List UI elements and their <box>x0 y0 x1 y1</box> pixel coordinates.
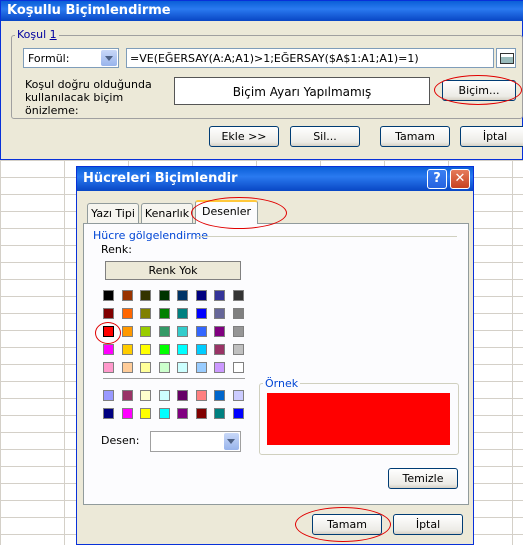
color-swatch[interactable] <box>195 290 207 301</box>
tab-border[interactable]: Kenarlık <box>141 203 193 223</box>
color-swatch[interactable] <box>158 408 170 419</box>
color-swatch[interactable] <box>214 308 225 319</box>
color-swatch[interactable] <box>140 362 151 373</box>
color-swatch[interactable] <box>103 362 114 373</box>
color-swatch[interactable] <box>214 344 225 355</box>
chevron-down-icon[interactable] <box>101 50 117 66</box>
highlight-oval <box>191 197 287 229</box>
color-swatch[interactable] <box>232 390 244 401</box>
pattern-label: Desen: <box>101 434 140 447</box>
color-swatch[interactable] <box>177 326 188 337</box>
condition-label-text: Koşul <box>17 28 50 41</box>
color-swatch[interactable] <box>177 290 188 301</box>
color-swatch[interactable] <box>195 408 207 419</box>
color-swatch[interactable] <box>103 290 114 301</box>
close-icon[interactable]: ✕ <box>450 169 470 189</box>
color-swatch[interactable] <box>121 362 133 373</box>
cancel-button[interactable]: İptal <box>393 514 463 535</box>
condition-type-select[interactable]: Formül: <box>23 48 119 68</box>
condition-label: Koşul 1 <box>15 28 59 41</box>
color-swatch[interactable] <box>158 326 170 337</box>
color-swatch[interactable] <box>103 344 114 355</box>
color-swatch[interactable] <box>140 308 151 319</box>
ok-button[interactable]: Tamam <box>380 126 450 147</box>
palette-divider <box>103 378 245 379</box>
highlight-oval <box>95 322 121 344</box>
color-swatch[interactable] <box>121 326 133 337</box>
color-swatch[interactable] <box>214 390 225 401</box>
color-swatch[interactable] <box>140 390 151 401</box>
color-swatch[interactable] <box>103 308 114 319</box>
color-swatch[interactable] <box>195 344 207 355</box>
color-swatch[interactable] <box>158 344 170 355</box>
help-icon[interactable]: ? <box>427 169 447 189</box>
delete-button[interactable]: Sil... <box>290 126 360 147</box>
color-swatch[interactable] <box>232 308 244 319</box>
color-swatch[interactable] <box>140 290 151 301</box>
color-swatch[interactable] <box>214 326 225 337</box>
color-swatch[interactable] <box>140 344 151 355</box>
color-swatch[interactable] <box>232 344 244 355</box>
color-swatch[interactable] <box>232 408 244 419</box>
color-label: Renk: <box>101 243 132 256</box>
color-swatch[interactable] <box>103 390 114 401</box>
highlight-oval <box>295 507 391 542</box>
format-preview: Biçim Ayarı Yapılmamış <box>174 77 430 105</box>
color-swatch[interactable] <box>158 308 170 319</box>
color-swatch[interactable] <box>177 390 188 401</box>
sample-preview <box>267 393 450 445</box>
color-swatch[interactable] <box>121 308 133 319</box>
color-swatch[interactable] <box>140 326 151 337</box>
sample-label: Örnek <box>263 377 301 390</box>
clear-button[interactable]: Temizle <box>388 468 458 489</box>
preview-label: Koşul doğru olduğunda kullanılacak biçim… <box>25 78 152 117</box>
conditional-formatting-dialog: Koşullu Biçimlendirme Koşul 1 Formül: =V… <box>0 0 523 160</box>
chevron-down-icon[interactable] <box>224 433 239 450</box>
pattern-select[interactable] <box>150 431 241 452</box>
color-swatch[interactable] <box>195 308 207 319</box>
add-button[interactable]: Ekle >> <box>209 126 279 147</box>
color-swatch[interactable] <box>121 408 133 419</box>
no-color-button[interactable]: Renk Yok <box>105 261 241 280</box>
color-swatch[interactable] <box>158 290 170 301</box>
color-swatch[interactable] <box>232 290 244 301</box>
color-swatch[interactable] <box>103 408 114 419</box>
format-cells-dialog: Hücreleri Biçimlendir ? ✕ Yazı Tipi Kena… <box>76 166 474 545</box>
color-swatch[interactable] <box>214 408 225 419</box>
section-divider <box>197 236 457 237</box>
color-swatch[interactable] <box>195 362 207 373</box>
color-swatch[interactable] <box>121 344 133 355</box>
color-swatch[interactable] <box>195 326 207 337</box>
color-swatch[interactable] <box>158 390 170 401</box>
color-swatch[interactable] <box>214 362 225 373</box>
color-swatch[interactable] <box>121 390 133 401</box>
color-swatch[interactable] <box>140 408 151 419</box>
collapse-dialog-icon[interactable] <box>496 48 516 68</box>
color-swatch[interactable] <box>195 390 207 401</box>
formula-input[interactable]: =VE(EĞERSAY(A:A;A1)>1;EĞERSAY($A$1:A1;A1… <box>126 48 494 68</box>
color-swatch[interactable] <box>177 362 188 373</box>
condition-type-value: Formül: <box>28 52 70 65</box>
tab-font[interactable]: Yazı Tipi <box>87 203 139 223</box>
color-swatch[interactable] <box>158 362 170 373</box>
color-swatch[interactable] <box>232 362 244 373</box>
section-label: Hücre gölgelendirme <box>93 229 209 242</box>
color-swatch[interactable] <box>177 344 188 355</box>
color-swatch[interactable] <box>214 290 225 301</box>
cancel-button[interactable]: İptal <box>460 126 523 147</box>
color-swatch[interactable] <box>232 326 244 337</box>
color-swatch[interactable] <box>177 308 188 319</box>
dialog-title: Koşullu Biçimlendirme <box>1 1 523 21</box>
condition-number: 1 <box>49 28 57 41</box>
highlight-oval <box>434 75 522 105</box>
dialog-title: Hücreleri Biçimlendir <box>77 167 473 191</box>
color-swatch[interactable] <box>121 290 133 301</box>
color-swatch[interactable] <box>177 408 188 419</box>
